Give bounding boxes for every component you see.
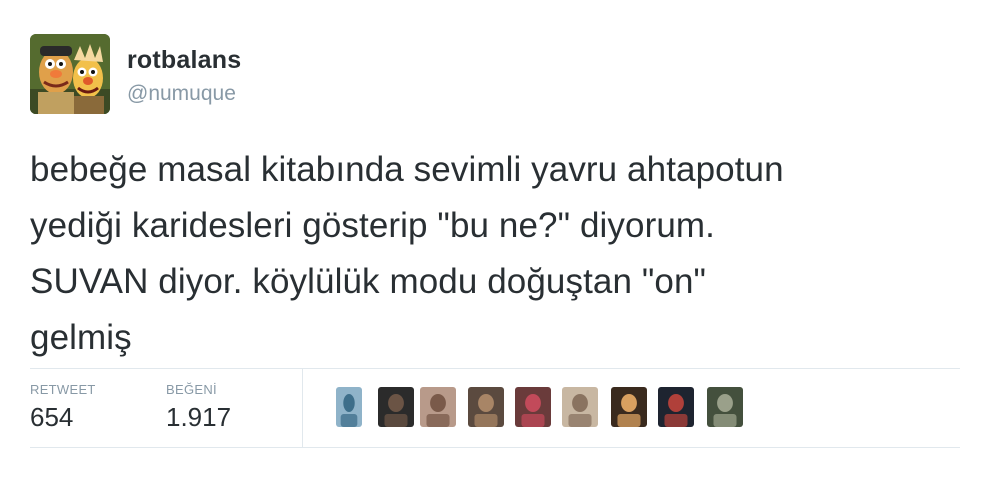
tweet-text: bebeğe masal kitabında sevimli yavru aht… — [30, 150, 784, 357]
retweet-label: RETWEET — [30, 382, 96, 397]
liker-avatar-1[interactable] — [336, 387, 362, 427]
likes-stat[interactable]: BEĞENİ 1.917 — [166, 369, 231, 433]
liker-avatar-5[interactable] — [515, 387, 551, 427]
retweet-count: 654 — [30, 402, 74, 432]
liker-avatar-2[interactable] — [378, 387, 414, 427]
liker-avatar-9[interactable] — [707, 387, 743, 427]
liker-avatar-3[interactable] — [420, 387, 456, 427]
muppet-duo-avatar-icon — [30, 34, 110, 114]
author-avatar[interactable] — [30, 34, 110, 114]
retweet-stat[interactable]: RETWEET 654 — [30, 369, 96, 433]
liker-avatar-6[interactable] — [562, 387, 598, 427]
author-handle[interactable]: @numuque — [127, 82, 236, 106]
tweet-stats: RETWEET 654 BEĞENİ 1.917 — [30, 368, 960, 448]
liker-avatar-8[interactable] — [658, 387, 694, 427]
liker-avatar-4[interactable] — [468, 387, 504, 427]
stats-divider — [302, 369, 303, 447]
likes-label: BEĞENİ — [166, 382, 217, 397]
liker-avatar-7[interactable] — [611, 387, 647, 427]
author-display-name[interactable]: rotbalans — [127, 46, 241, 75]
likes-count: 1.917 — [166, 402, 232, 432]
tweet-card: rotbalans @numuque bebeğe masal kitabınd… — [0, 0, 996, 498]
